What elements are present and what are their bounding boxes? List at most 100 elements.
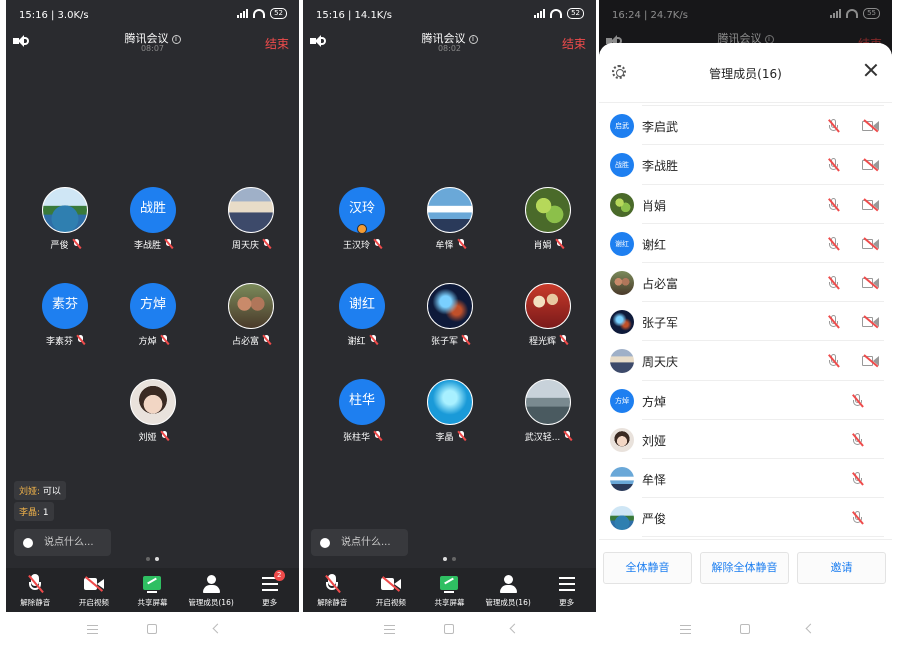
mic-muted-icon[interactable] <box>852 432 864 447</box>
mic-muted-icon[interactable] <box>852 471 864 486</box>
camera-off-icon[interactable] <box>862 354 880 368</box>
share-screen-button[interactable]: 共享屏幕 <box>420 568 479 612</box>
home-icon[interactable] <box>444 624 454 634</box>
share-screen-button[interactable]: 共享屏幕 <box>123 568 182 612</box>
avatar <box>525 187 571 233</box>
meeting-toolbar: 解除静音 开启视频 共享屏幕 管理成员(16) 2 更多 <box>6 568 299 612</box>
participant-tile[interactable]: 柱华 张柱华 <box>322 379 402 443</box>
mic-muted-icon[interactable] <box>828 197 840 212</box>
manage-members-button[interactable]: 管理成员(16) <box>479 568 538 612</box>
participant-tile[interactable]: 周天庆 <box>211 187 291 251</box>
mic-muted-icon[interactable] <box>828 354 840 368</box>
end-meeting-button[interactable]: 结束 <box>265 35 289 52</box>
more-button[interactable]: 2 更多 <box>240 568 299 612</box>
participant-tile[interactable]: 战胜 李战胜 <box>113 187 193 251</box>
back-icon[interactable] <box>509 623 520 634</box>
participant-tile[interactable]: 武汉轻... <box>508 379 588 443</box>
member-row[interactable]: 方焯 方焯 <box>599 381 892 420</box>
participant-tile[interactable]: 方焯 方焯 <box>113 283 193 347</box>
start-video-button[interactable]: 开启视频 <box>362 568 421 612</box>
camera-off-icon[interactable] <box>862 315 880 329</box>
mic-muted-icon[interactable] <box>828 158 840 172</box>
member-name: 严俊 <box>642 512 667 527</box>
mic-muted-icon <box>554 238 564 250</box>
camera-off-icon[interactable] <box>862 119 880 133</box>
info-icon[interactable]: i <box>468 35 478 44</box>
participant-name: 刘娅 <box>138 433 157 443</box>
mic-muted-icon <box>456 238 466 250</box>
close-icon[interactable] <box>864 63 878 77</box>
participant-tile[interactable]: 肖娟 <box>508 187 588 251</box>
more-button[interactable]: 更多 <box>537 568 596 612</box>
member-row[interactable]: 张子军 <box>599 302 892 342</box>
member-row[interactable]: 周天庆 <box>599 341 892 381</box>
participant-tile[interactable]: 汉玲 王汉玲 <box>322 187 402 251</box>
avatar <box>610 349 634 374</box>
more-menu-icon <box>556 574 578 594</box>
member-row[interactable]: 启武 李启武 <box>599 106 892 146</box>
back-icon[interactable] <box>805 623 816 634</box>
avatar <box>130 379 176 425</box>
participant-tile[interactable]: 张子军 <box>410 283 490 347</box>
camera-off-icon[interactable] <box>862 237 880 251</box>
participant-tile[interactable]: 牟怿 <box>410 187 490 251</box>
camera-off-icon[interactable] <box>862 159 880 172</box>
manage-members-button[interactable]: 管理成员(16) <box>182 568 241 612</box>
home-icon[interactable] <box>147 624 157 634</box>
invite-button[interactable]: 邀请 <box>797 552 886 584</box>
mic-muted-icon[interactable] <box>828 275 840 290</box>
info-icon[interactable]: i <box>171 35 181 44</box>
member-row[interactable]: 战胜 李战胜 <box>599 145 892 185</box>
menu-icon[interactable] <box>87 625 98 634</box>
participant-tile[interactable]: 严俊 <box>25 187 105 251</box>
member-row[interactable]: 牟怿 <box>599 459 892 499</box>
mic-muted-icon[interactable] <box>828 119 840 133</box>
menu-icon[interactable] <box>384 625 395 634</box>
mic-muted-icon <box>559 334 569 346</box>
mic-muted-icon[interactable] <box>852 511 864 525</box>
avatar <box>610 270 634 295</box>
mic-muted-icon[interactable] <box>828 236 840 251</box>
chat-input[interactable]: 说点什么... <box>311 529 408 556</box>
participant-tile[interactable]: 占必富 <box>211 283 291 347</box>
signal-icon <box>237 9 249 18</box>
unmute-button[interactable]: 解除静音 <box>6 568 65 612</box>
camera-off-icon[interactable] <box>862 276 880 290</box>
unmute-all-button[interactable]: 解除全体静音 <box>700 552 789 584</box>
wifi-icon <box>550 9 563 18</box>
mic-muted-icon <box>159 430 169 442</box>
member-row[interactable]: 谢红 谢红 <box>599 224 892 263</box>
back-icon[interactable] <box>212 623 223 634</box>
participant-tile[interactable]: 程光辉 <box>508 283 588 347</box>
participant-tile[interactable]: 刘娅 <box>113 379 193 443</box>
mute-all-button[interactable]: 全体静音 <box>603 552 692 584</box>
camera-off-icon[interactable] <box>862 198 880 211</box>
member-row[interactable]: 严俊 <box>599 498 892 538</box>
member-name: 占必富 <box>642 276 679 291</box>
mic-muted-icon[interactable] <box>852 393 864 408</box>
home-icon[interactable] <box>740 624 750 634</box>
menu-icon[interactable] <box>680 625 691 634</box>
mic-muted-icon[interactable] <box>828 315 840 329</box>
member-row[interactable]: 刘娅 <box>599 420 892 459</box>
avatar: 谢红 <box>610 231 634 256</box>
start-video-button[interactable]: 开启视频 <box>65 568 124 612</box>
participant-name: 肖娟 <box>533 241 552 251</box>
emoji-icon[interactable] <box>23 538 33 548</box>
participant-tile[interactable]: 素芬 李素芬 <box>25 283 105 347</box>
system-nav-bar <box>303 612 596 651</box>
mic-muted-icon <box>71 238 81 250</box>
chat-input[interactable]: 说点什么... <box>14 529 111 556</box>
avatar <box>610 427 634 452</box>
mic-muted-icon <box>24 574 46 594</box>
member-row[interactable]: 肖娟 <box>599 185 892 224</box>
end-meeting-button[interactable]: 结束 <box>562 35 586 52</box>
emoji-icon[interactable] <box>320 538 330 548</box>
avatar <box>610 466 634 491</box>
participant-tile[interactable]: 谢红 谢红 <box>322 283 402 347</box>
member-row[interactable]: 占必富 <box>599 263 892 303</box>
participant-tile[interactable]: 李晶 <box>410 379 490 443</box>
unmute-button[interactable]: 解除静音 <box>303 568 362 612</box>
mic-muted-icon <box>262 334 272 346</box>
system-nav-bar <box>599 612 892 651</box>
